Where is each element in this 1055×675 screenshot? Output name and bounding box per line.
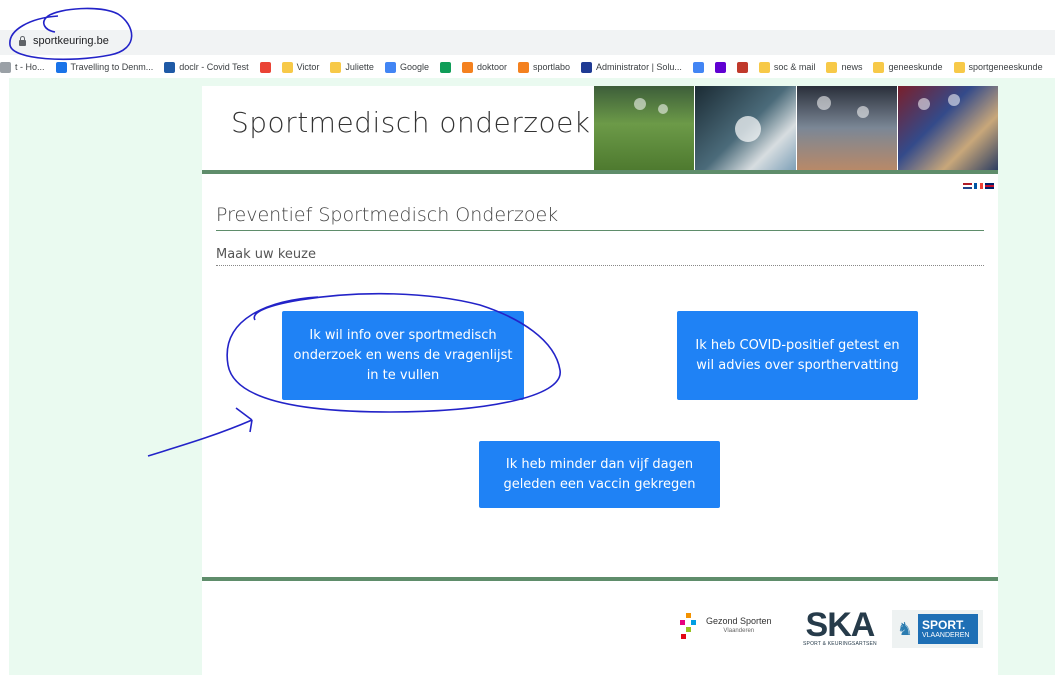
- doktoor-icon: [461, 61, 473, 73]
- bookmark-item[interactable]: news: [826, 61, 863, 73]
- folder-icon: [873, 61, 885, 73]
- plus-box-icon: [439, 61, 451, 73]
- recent-vaccine-button[interactable]: Ik heb minder dan vijf dagen geleden een…: [479, 441, 720, 508]
- lion-icon: ♞: [896, 619, 914, 639]
- soccer-photo: [593, 86, 695, 170]
- maps-pin-icon: [259, 61, 271, 73]
- volleyball-photo: [795, 86, 897, 170]
- covid-advice-button[interactable]: Ik heb COVID-positief getest en wil advi…: [677, 311, 918, 400]
- bookmark-label: Victor: [296, 62, 320, 72]
- gezond-sporten-icon: [678, 613, 698, 639]
- ska-wordmark: SKA: [805, 606, 876, 644]
- url-text: sportkeuring.be: [33, 35, 109, 47]
- bookmark-item[interactable]: [439, 61, 451, 73]
- bookmark-item[interactable]: Google: [384, 61, 429, 73]
- choice-prompt: Maak uw keuze: [216, 247, 984, 266]
- bookmark-item[interactable]: Victor: [281, 61, 320, 73]
- flag-nl-icon[interactable]: [963, 183, 972, 189]
- bookmark-label: doclr - Covid Test: [179, 62, 249, 72]
- bookmark-label: Google: [399, 62, 429, 72]
- doclr-icon: [164, 61, 176, 73]
- gezond-sporten-sublabel: Vlaanderen: [723, 628, 755, 634]
- chevron-right-icon: [581, 61, 593, 73]
- bookmark-label: sportgeneeskunde: [968, 62, 1043, 72]
- bookmark-item[interactable]: [736, 61, 748, 73]
- globe-icon: [55, 61, 67, 73]
- bookmark-label: soc & mail: [773, 62, 816, 72]
- running-shoe-photo: [694, 86, 796, 170]
- folder-icon: [281, 61, 293, 73]
- language-switcher: [963, 183, 994, 189]
- gezond-sporten-logo[interactable]: Gezond Sporten Vlaanderen: [678, 613, 772, 639]
- footer-divider: [202, 577, 998, 581]
- ska-tagline: SPORT & KEURINGSARTSEN: [803, 641, 877, 647]
- yahoo-icon: [714, 61, 726, 73]
- ska-logo[interactable]: SKA SPORT & KEURINGSARTSEN: [803, 606, 877, 647]
- site-title: Sportmedisch onderzoek: [231, 106, 591, 139]
- bookmark-label: Juliette: [345, 62, 374, 72]
- bookmarks-bar: t - Ho... Travelling to Denm... doclr - Co…: [0, 57, 1055, 77]
- folder-icon: [826, 61, 838, 73]
- site-container: Sportmedisch onderzoek Preventief Sportm…: [202, 86, 998, 675]
- bookmark-item[interactable]: Juliette: [330, 61, 374, 73]
- bookmark-item[interactable]: soc & mail: [758, 61, 816, 73]
- bookmark-item[interactable]: [259, 61, 271, 73]
- bookmark-item[interactable]: geneeskunde: [873, 61, 943, 73]
- page-heading: Preventief Sportmedisch Onderzoek: [216, 204, 984, 231]
- gezond-sporten-label: Gezond Sporten: [706, 616, 772, 626]
- folder-icon: [953, 61, 965, 73]
- flag-en-icon[interactable]: [985, 183, 994, 189]
- google-icon: [384, 61, 396, 73]
- header-photo-strip: [593, 86, 998, 170]
- info-questionnaire-button[interactable]: Ik wil info over sportmedisch onderzoek …: [282, 311, 524, 400]
- bookmark-item[interactable]: sportlabo: [518, 61, 571, 73]
- bookmark-item[interactable]: Travelling to Denm...: [55, 61, 154, 73]
- sportlabo-icon: [518, 61, 530, 73]
- bookmark-item[interactable]: doclr - Covid Test: [164, 61, 249, 73]
- bookmark-item[interactable]: Administrator | Solu...: [581, 61, 682, 73]
- screenshot-root: sportkeuring.be t - Ho... Travelling to D…: [0, 0, 1055, 675]
- bookmark-icon: [0, 61, 11, 73]
- lock-icon: [18, 36, 27, 46]
- folder-icon: [330, 61, 342, 73]
- bookmark-item[interactable]: [692, 61, 704, 73]
- google-icon: [692, 61, 704, 73]
- bookmark-label: Administrator | Solu...: [596, 62, 682, 72]
- cycling-photo: [896, 86, 998, 170]
- folder-icon: [758, 61, 770, 73]
- site-header: Sportmedisch onderzoek: [202, 86, 998, 170]
- bookmark-label: doktoor: [476, 62, 508, 72]
- flag-fr-icon[interactable]: [974, 183, 983, 189]
- bookmark-label: geneeskunde: [888, 62, 943, 72]
- sport-vlaanderen-line1: SPORT.: [922, 617, 966, 632]
- url-display[interactable]: sportkeuring.be: [18, 35, 109, 47]
- bookmark-label: news: [841, 62, 863, 72]
- bookmark-item[interactable]: doktoor: [461, 61, 508, 73]
- bookmark-item[interactable]: [714, 61, 726, 73]
- bookmark-label: Travelling to Denm...: [70, 62, 154, 72]
- bookmark-label: t - Ho...: [15, 62, 45, 72]
- footer-logos: Gezond Sporten Vlaanderen SKA SPORT & KE…: [202, 606, 998, 656]
- sport-vlaanderen-logo[interactable]: ♞ SPORT. VLAANDEREN: [892, 610, 983, 648]
- bookmark-item[interactable]: sportgeneeskunde: [953, 61, 1043, 73]
- address-bar[interactable]: [0, 30, 1055, 55]
- sport-vlaanderen-line2: VLAANDEREN: [922, 631, 970, 639]
- bookmark-label: sportlabo: [533, 62, 571, 72]
- bookmark-item[interactable]: t - Ho...: [0, 61, 45, 73]
- header-divider: [202, 170, 998, 174]
- people-icon: [736, 61, 748, 73]
